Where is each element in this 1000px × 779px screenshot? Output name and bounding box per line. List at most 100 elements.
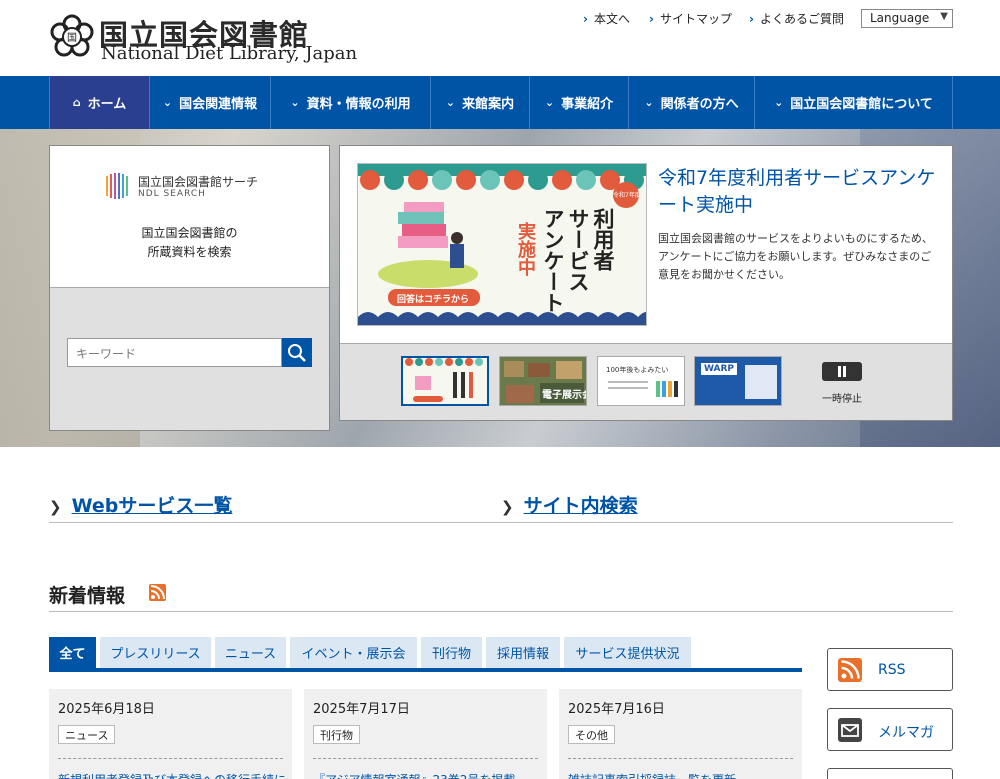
- pause-button[interactable]: [822, 362, 862, 381]
- rss-icon: [838, 658, 862, 682]
- tab-publications[interactable]: 刊行物: [421, 637, 482, 668]
- envelope-icon: [841, 724, 859, 737]
- web-services-link[interactable]: ❯ Webサービス一覧: [49, 491, 232, 518]
- news-link[interactable]: 新規利用者登録及び本登録への移行手続に: [58, 771, 286, 779]
- banner-answer-button: 回答はコチラから: [397, 295, 470, 305]
- chevron-right-icon: ›: [749, 12, 754, 26]
- tab-events[interactable]: イベント・展示会: [290, 637, 417, 668]
- chrysanthemum-logo-icon: 国: [50, 14, 94, 57]
- banner-vertical-text-3: アンケート: [541, 208, 565, 313]
- search-icon: [288, 343, 306, 362]
- nav-item-about[interactable]: ⌄ 国立国会図書館について: [754, 76, 953, 129]
- divider: [49, 522, 953, 523]
- side-button-partial[interactable]: [827, 768, 953, 779]
- news-link[interactable]: 『アジア情報室通報』23巻2号を掲載: [313, 771, 515, 779]
- banner-year-badge: 令和7年度: [613, 182, 641, 208]
- carousel-thumb-warp[interactable]: WARP: [694, 356, 782, 406]
- keyword-search-input[interactable]: キーワード: [67, 338, 282, 367]
- banner-vertical-text-1: 利用者: [591, 208, 615, 271]
- chevron-down-icon: ⌄: [644, 96, 654, 109]
- svg-text:国: 国: [67, 32, 77, 44]
- site-search-link[interactable]: ❯ サイト内検索: [501, 491, 638, 518]
- feature-title[interactable]: 令和7年度利用者サービスアンケート実施中: [658, 165, 940, 219]
- book-spine-icon: [674, 381, 678, 397]
- ndl-search-panel: 国立国会図書館サーチ NDL SEARCH 国立国会図書館の 所蔵資料を検索 キ…: [49, 145, 330, 431]
- exhibition-thumb-text: 電子展示会: [542, 390, 587, 401]
- book-spine-icon: [656, 381, 660, 397]
- carousel-thumb-exhibition[interactable]: 電子展示会: [499, 356, 587, 406]
- warp-thumb-screens: [745, 365, 777, 399]
- nav-item-projects[interactable]: ⌄ 事業紹介: [529, 76, 628, 129]
- tab-press-release[interactable]: プレスリリース: [100, 637, 211, 668]
- util-link-faq[interactable]: › よくあるご質問: [749, 10, 844, 27]
- util-link-skip-to-content[interactable]: › 本文へ: [583, 10, 630, 27]
- mailmag-button[interactable]: メルマガ: [827, 708, 953, 751]
- chevron-down-icon: ⌄: [544, 96, 555, 109]
- logo-english-text: National Diet Library, Japan: [101, 43, 358, 64]
- banner-vertical-text-4: 実施中: [515, 222, 536, 276]
- feature-description: 国立国会図書館のサービスをよりよいものにするため、アンケートにご協力をお願いしま…: [658, 232, 933, 281]
- carousel-thumb-survey[interactable]: [401, 356, 489, 406]
- global-nav: ⌂ ホーム ⌄ 国会関連情報 ⌄ 資料・情報の利用 ⌄ 来館案内 ⌄ 事業紹介 ⌄ 関係者の…: [0, 76, 1000, 129]
- ndl-search-description: 国立国会図書館の 所蔵資料を検索: [141, 226, 238, 259]
- chevron-down-icon: ⌄: [290, 96, 300, 109]
- nav-item-visit[interactable]: ⌄ 来館案内: [430, 76, 529, 129]
- rss-feed-icon: [150, 585, 165, 600]
- carousel-thumbnails: 電子展示会 100年後もよみたい WARP 一時停止: [340, 343, 952, 420]
- survey-banner[interactable]: 回答はコチラから 令和7年度 利用者 サービス アンケート 実施中: [357, 163, 647, 326]
- tab-all[interactable]: 全て: [49, 637, 96, 668]
- 100years-thumb-text: 100年後もよみたい: [606, 366, 669, 374]
- divider: [49, 611, 953, 612]
- divider: [58, 758, 283, 759]
- thumb-divider: [608, 381, 648, 383]
- rss-feed-icon: [841, 660, 860, 679]
- rss-icon[interactable]: [149, 584, 166, 601]
- chevron-right-icon: ❯: [501, 498, 514, 516]
- chevron-down-icon: ⌄: [774, 96, 784, 109]
- book-spine-icon: [668, 381, 672, 397]
- news-card: 2025年6月18日 ニュース 新規利用者登録及び本登録への移行手続に: [49, 689, 292, 779]
- hero-area: 国立国会図書館サーチ NDL SEARCH 国立国会図書館の 所蔵資料を検索 キ…: [0, 129, 1000, 447]
- chevron-down-icon: ▼: [940, 11, 948, 22]
- news-card: 2025年7月17日 刊行物 『アジア情報室通報』23巻2号を掲載: [304, 689, 547, 779]
- book-spine-icon: [662, 381, 666, 397]
- nav-item-diet-info[interactable]: ⌄ 国会関連情報: [149, 76, 270, 129]
- news-card: 2025年7月16日 その他 雑誌記事索引採録誌一覧を更新: [559, 689, 802, 779]
- site-logo[interactable]: 国 国立国会図書館 National Diet Library, Japan: [49, 12, 359, 66]
- home-icon: ⌂: [72, 96, 81, 109]
- feature-carousel: 回答はコチラから 令和7年度 利用者 サービス アンケート 実施中 令和7年度利…: [339, 145, 953, 421]
- rss-button[interactable]: RSS: [827, 648, 953, 691]
- thumb-divider: [608, 387, 648, 389]
- news-section-title: 新着情報: [49, 585, 126, 607]
- news-tabs: 全て プレスリリース ニュース イベント・展示会 刊行物 採用情報 サービス提供…: [49, 637, 802, 672]
- chevron-down-icon: ⌄: [162, 96, 173, 109]
- tab-news[interactable]: ニュース: [215, 637, 286, 668]
- banner-vertical-text-2: サービス: [566, 208, 590, 292]
- carousel-thumb-100years[interactable]: 100年後もよみたい: [597, 356, 685, 406]
- ndl-search-subtitle: NDL SEARCH: [138, 189, 206, 199]
- chevron-right-icon: ›: [583, 12, 588, 26]
- tab-recruitment[interactable]: 採用情報: [486, 637, 560, 668]
- mailmag-button-label: メルマガ: [878, 725, 934, 741]
- ndl-search-form: キーワード: [50, 287, 329, 430]
- pause-icon: [838, 366, 846, 377]
- survey-thumb-image: [403, 358, 487, 404]
- nav-item-home[interactable]: ⌂ ホーム: [49, 76, 149, 129]
- language-select[interactable]: Language ▼: [861, 9, 953, 28]
- ndl-search-header: 国立国会図書館サーチ NDL SEARCH 国立国会図書館の 所蔵資料を検索: [50, 146, 329, 287]
- news-link[interactable]: 雑誌記事索引採録誌一覧を更新: [568, 771, 736, 779]
- rss-button-label: RSS: [878, 662, 906, 678]
- util-link-sitemap[interactable]: › サイトマップ: [649, 10, 732, 27]
- divider: [568, 758, 793, 759]
- chevron-right-icon: ❯: [49, 498, 62, 516]
- nav-item-stakeholders[interactable]: ⌄ 関係者の方へ: [628, 76, 754, 129]
- chevron-right-icon: ›: [649, 12, 654, 26]
- divider: [313, 758, 538, 759]
- nav-item-materials[interactable]: ⌄ 資料・情報の利用: [270, 76, 430, 129]
- site-header: 国 国立国会図書館 National Diet Library, Japan ›…: [0, 0, 1000, 76]
- search-button[interactable]: [282, 338, 312, 367]
- chevron-down-icon: ⌄: [445, 96, 456, 109]
- pause-label: 一時停止: [822, 394, 862, 405]
- ndl-search-title: 国立国会図書館サーチ: [138, 175, 259, 189]
- tab-service-status[interactable]: サービス提供状況: [564, 637, 691, 668]
